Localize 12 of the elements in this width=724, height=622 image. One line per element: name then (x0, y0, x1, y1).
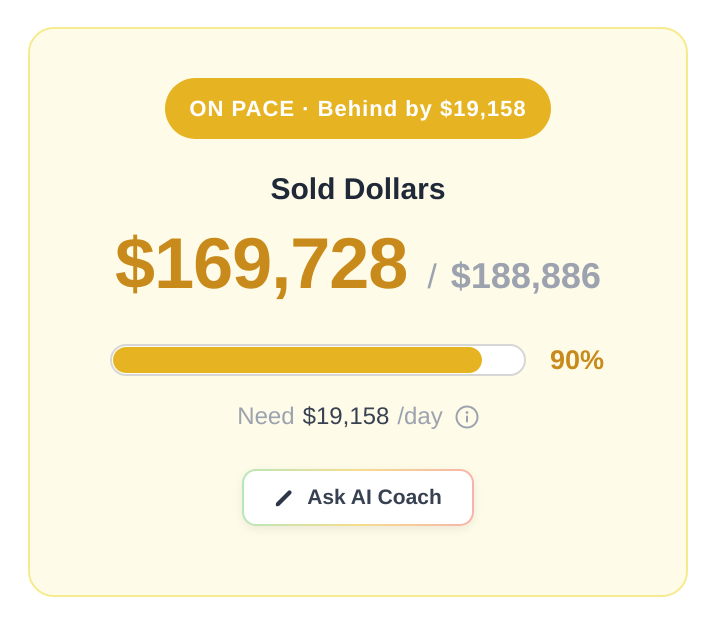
value-separator: / (427, 257, 437, 298)
info-icon[interactable] (454, 405, 479, 429)
target-value: $188,886 (450, 254, 601, 298)
metric-title: Sold Dollars (270, 172, 446, 208)
per-day-label: /day (397, 402, 443, 432)
progress-percent: 90% (550, 344, 606, 376)
ask-coach-button[interactable]: Ask AI Coach (242, 469, 474, 526)
status-badge: ON PACE · Behind by $19,158 (165, 78, 551, 139)
daily-amount: $19,158 (302, 402, 390, 432)
metric-value: $169,728 (115, 224, 408, 304)
pencil-icon (274, 488, 294, 508)
need-label: Need (237, 402, 295, 432)
